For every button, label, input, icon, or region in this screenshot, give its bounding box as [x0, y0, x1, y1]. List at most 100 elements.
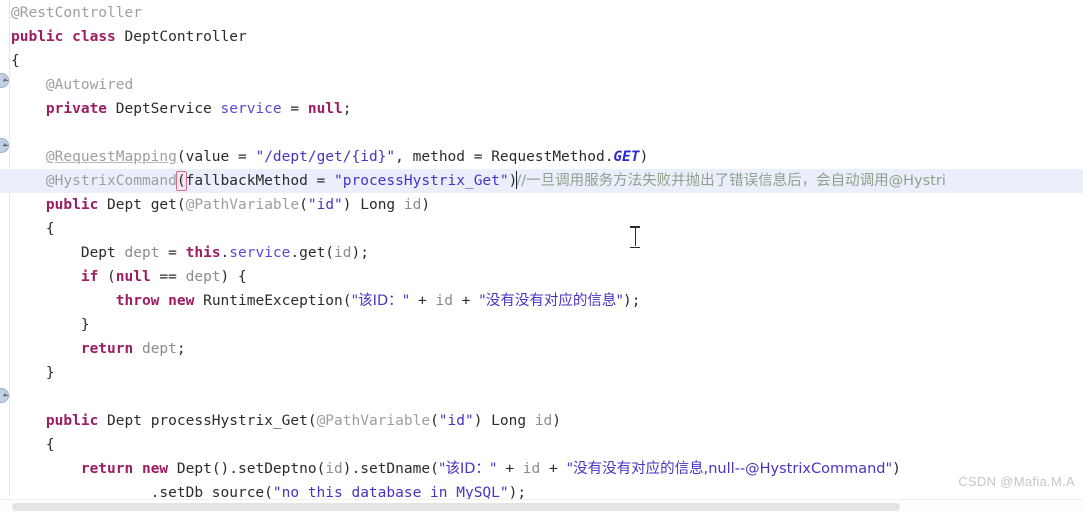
- code-token: id: [435, 293, 453, 309]
- code-token: }: [11, 317, 90, 333]
- code-token: "该ID：": [438, 461, 497, 477]
- horizontal-scrollbar[interactable]: [0, 499, 1083, 512]
- code-token: ) {: [220, 269, 247, 285]
- code-token: (: [175, 171, 187, 191]
- code-token: dept: [141, 341, 177, 357]
- code-token: Dept get(: [98, 197, 186, 213]
- code-token: public: [11, 29, 64, 45]
- code-token: "id": [307, 197, 343, 213]
- code-token: id: [534, 413, 553, 429]
- code-line[interactable]: {: [0, 217, 1083, 241]
- code-line[interactable]: @RequestMapping(value = "/dept/get/{id}"…: [0, 145, 1083, 169]
- code-token: "该ID：": [351, 293, 410, 309]
- code-token: dept: [124, 245, 160, 261]
- code-token: );: [623, 293, 641, 309]
- code-token: "processHystrix_Get": [334, 173, 509, 189]
- code-editor[interactable]: @RestController public class DeptControll…: [0, 0, 1083, 512]
- code-token: dept: [185, 269, 221, 285]
- code-token: );: [351, 245, 369, 261]
- code-token: @PathVariable: [185, 197, 300, 213]
- code-token: =: [281, 101, 308, 117]
- code-token: @Autowired: [45, 77, 134, 93]
- code-token: method: [412, 149, 466, 165]
- code-line[interactable]: Dept dept = this.service.get(id);: [0, 241, 1083, 265]
- code-token: .get(: [290, 245, 335, 261]
- code-token: ): [552, 413, 562, 429]
- code-token: id: [522, 461, 541, 477]
- code-token: return: [80, 341, 134, 357]
- code-token: .: [220, 245, 230, 261]
- code-line[interactable]: return dept;: [0, 337, 1083, 361]
- code-token: ,: [395, 149, 413, 165]
- code-token: ==: [150, 269, 186, 285]
- code-token: (: [299, 197, 308, 213]
- code-token: +: [409, 293, 436, 309]
- code-token: +: [540, 461, 567, 477]
- code-token: private: [45, 101, 108, 117]
- horizontal-scrollbar-thumb[interactable]: [12, 503, 900, 511]
- code-line[interactable]: [0, 121, 1083, 145]
- code-token: null: [115, 269, 151, 285]
- code-token: "没有没有对应的信息": [479, 293, 623, 309]
- code-token: (: [98, 269, 116, 285]
- code-line[interactable]: }: [0, 313, 1083, 337]
- code-token: "/dept/get/{id}": [255, 149, 396, 165]
- code-token: +: [496, 461, 523, 477]
- code-line[interactable]: public class DeptController: [0, 25, 1083, 49]
- code-line[interactable]: private DeptService service = null;: [0, 97, 1083, 121]
- code-token: "id": [438, 413, 474, 429]
- code-token: ) Long: [473, 413, 535, 429]
- code-token: GET: [613, 149, 640, 165]
- code-token: ;: [342, 101, 352, 117]
- code-token: null: [307, 101, 343, 117]
- code-line[interactable]: {: [0, 433, 1083, 457]
- code-token: }: [11, 365, 55, 381]
- code-line[interactable]: @HystrixCommand(fallbackMethod = "proces…: [0, 169, 1083, 193]
- code-token: //一旦调用服务方法失败并抛出了错误信息后，会自动调用@Hystri: [516, 173, 946, 189]
- code-token: (: [430, 413, 439, 429]
- code-token: service: [220, 101, 282, 117]
- code-token: id: [334, 245, 352, 261]
- code-line[interactable]: return new Dept().setDeptno(id).setDname…: [0, 457, 1083, 481]
- code-token: Dept: [11, 245, 125, 261]
- code-line[interactable]: if (null == dept) {: [0, 265, 1083, 289]
- code-line[interactable]: public Dept processHystrix_Get(@PathVari…: [0, 409, 1083, 433]
- code-token: {: [11, 437, 55, 453]
- code-token: return: [80, 461, 134, 477]
- code-token: RuntimeException(: [194, 293, 352, 309]
- code-token: @RequestMapping: [45, 149, 177, 165]
- code-line[interactable]: @RestController: [0, 1, 1083, 25]
- code-content[interactable]: @RestController public class DeptControll…: [0, 0, 1083, 512]
- code-line[interactable]: [0, 385, 1083, 409]
- code-token: value: [185, 149, 230, 165]
- code-line[interactable]: @Autowired: [0, 73, 1083, 97]
- code-token: (: [176, 149, 186, 165]
- code-token: ): [639, 149, 649, 165]
- code-token: +: [452, 293, 480, 309]
- code-line[interactable]: throw new RuntimeException("该ID：" + id +…: [0, 289, 1083, 313]
- code-token: this: [185, 245, 221, 261]
- code-token: {: [11, 221, 55, 237]
- code-token: @PathVariable: [316, 413, 431, 429]
- code-line[interactable]: public Dept get(@PathVariable("id") Long…: [0, 193, 1083, 217]
- code-line[interactable]: {: [0, 49, 1083, 73]
- code-token: =: [159, 245, 186, 261]
- code-token: =: [307, 173, 335, 189]
- code-token: id: [403, 197, 422, 213]
- code-token: if: [80, 269, 99, 285]
- code-token: fallbackMethod: [185, 173, 308, 189]
- code-token: {: [11, 53, 20, 69]
- code-token: ): [421, 197, 431, 213]
- code-token: DeptController: [115, 29, 247, 45]
- code-line[interactable]: }: [0, 361, 1083, 385]
